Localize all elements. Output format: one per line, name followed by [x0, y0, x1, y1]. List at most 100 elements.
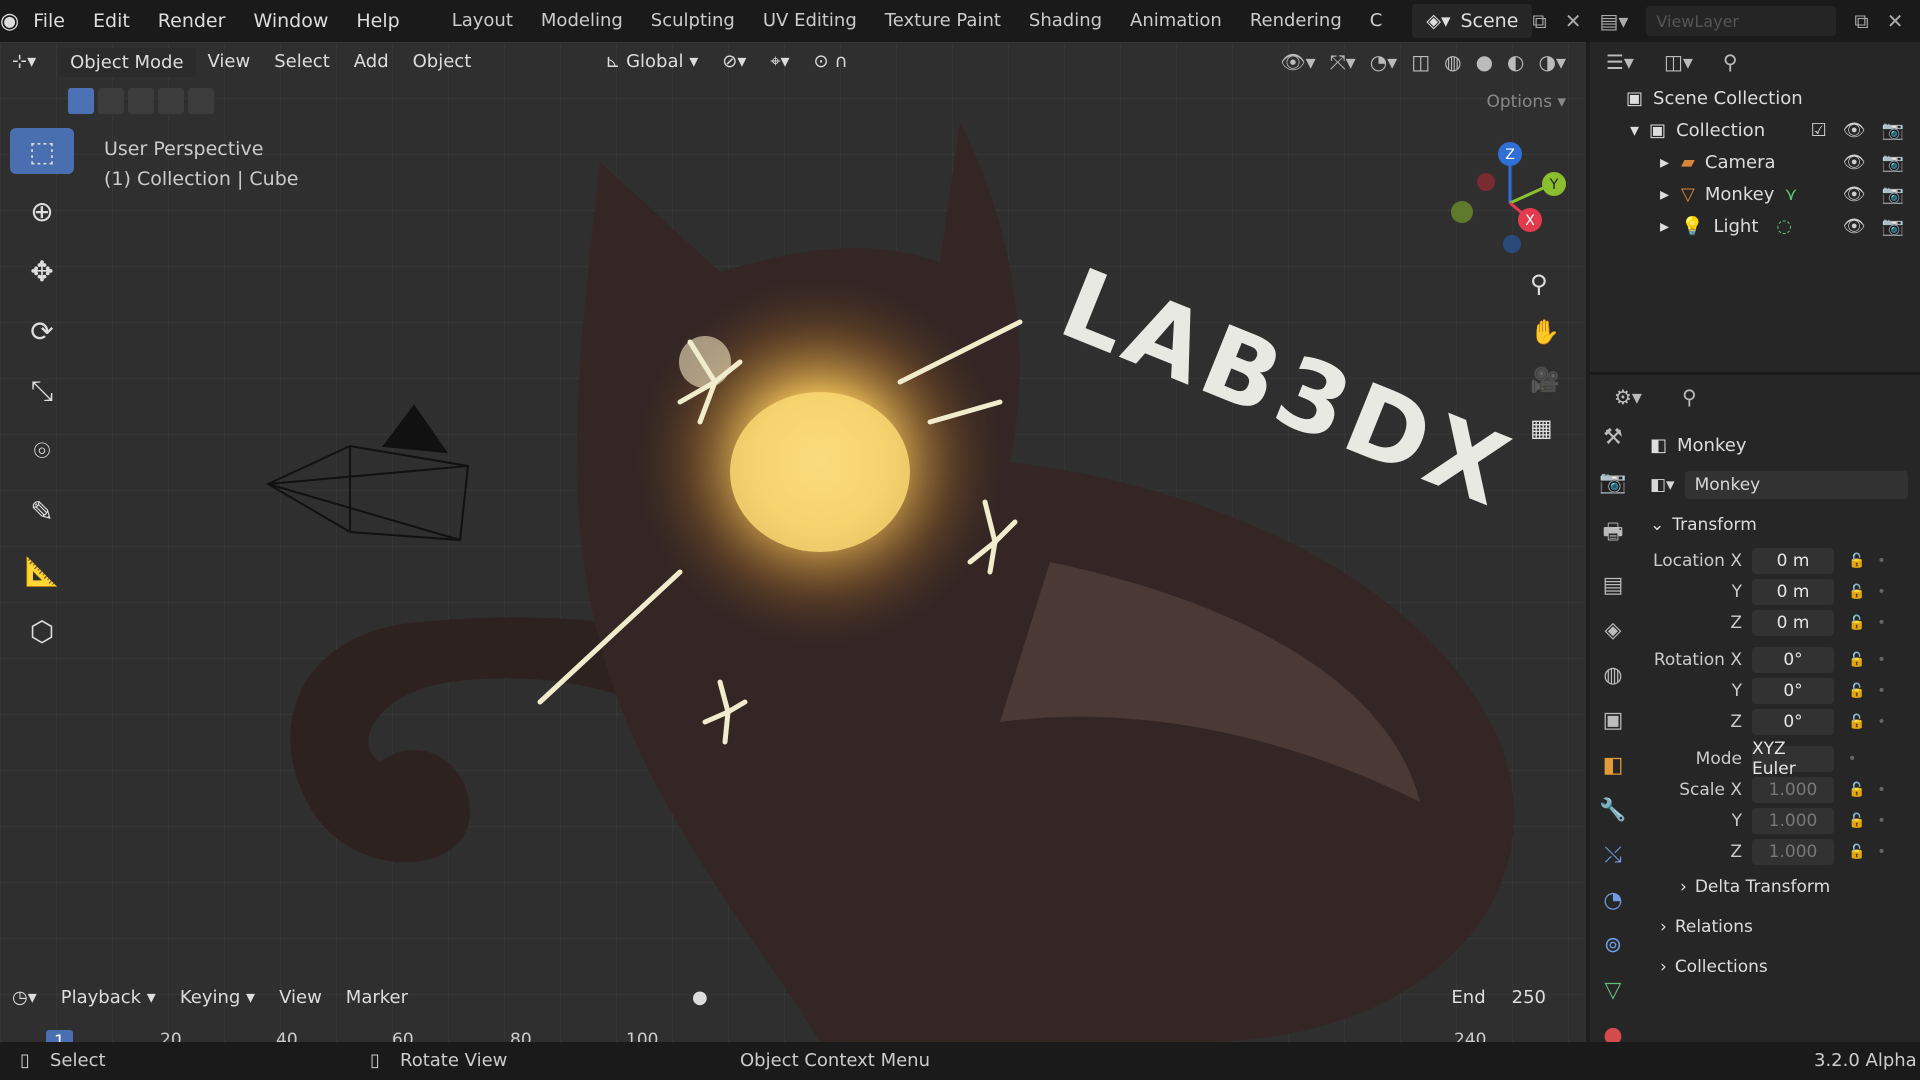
outliner-item-light[interactable]: ▸ 💡 Light ◌ 👁 📷	[1590, 210, 1920, 242]
tab-rendering[interactable]: Rendering	[1236, 0, 1356, 42]
lock-icon[interactable]: 🔓•	[1848, 584, 1898, 600]
overlay-toggle-icon[interactable]: ◔▾	[1370, 50, 1398, 74]
close-layer-icon[interactable]: ✕	[1887, 9, 1904, 33]
lock-icon[interactable]: 🔓•	[1848, 652, 1898, 668]
rotate-tool-icon[interactable]: ⟳	[10, 308, 74, 354]
menu-timeline-view[interactable]: View	[267, 987, 334, 1008]
relations-panel[interactable]: › Relations	[1650, 907, 1920, 947]
expand-arrow-icon[interactable]: ▸	[1660, 152, 1669, 173]
menu-view[interactable]: View	[196, 42, 263, 82]
physics-tab-icon[interactable]: ◔	[1603, 888, 1622, 913]
close-scene-icon[interactable]: ✕	[1565, 9, 1582, 33]
menu-marker[interactable]: Marker	[334, 987, 420, 1008]
render-camera-icon[interactable]: 📷	[1882, 184, 1904, 205]
world-tab-icon[interactable]: ◍	[1603, 663, 1622, 688]
menu-window[interactable]: Window	[239, 0, 342, 42]
select-extend-icon[interactable]	[98, 88, 124, 114]
menu-help[interactable]: Help	[342, 0, 413, 42]
delta-transform-panel[interactable]: › Delta Transform	[1650, 867, 1920, 907]
tab-texture-paint[interactable]: Texture Paint	[871, 0, 1015, 42]
expand-arrow-icon[interactable]: ▾	[1630, 120, 1639, 141]
object-name-field[interactable]: Monkey	[1684, 471, 1908, 499]
view-layer-icon[interactable]: ▤▾	[1599, 9, 1628, 33]
object-mode-dropdown[interactable]: Object Mode	[58, 47, 196, 77]
proportional-edit-icon[interactable]: ⊙ ∩	[802, 42, 860, 82]
transform-panel-header[interactable]: ⌄ Transform	[1650, 505, 1920, 545]
collections-panel[interactable]: › Collections	[1650, 947, 1920, 987]
outliner-search-icon[interactable]: ⚲	[1723, 50, 1738, 74]
render-camera-icon[interactable]: 📷	[1882, 216, 1904, 237]
rendered-shading-icon[interactable]: ◑▾	[1539, 50, 1567, 74]
blender-logo-icon[interactable]: ◉	[0, 0, 19, 42]
move-tool-icon[interactable]: ✥	[10, 248, 74, 294]
menu-object[interactable]: Object	[401, 42, 484, 82]
lock-icon[interactable]: 🔓•	[1848, 714, 1898, 730]
collection-tab-icon[interactable]: ▣	[1603, 708, 1624, 733]
timeline-ruler[interactable]: 1 20 40 60 80 100 240	[0, 1020, 1586, 1042]
record-icon[interactable]: ●	[680, 987, 720, 1008]
outliner-item-camera[interactable]: ▸ ▰ Camera 👁 📷	[1590, 146, 1920, 178]
tab-modeling[interactable]: Modeling	[527, 0, 637, 42]
lock-icon[interactable]: 🔓•	[1848, 813, 1898, 829]
wireframe-shading-icon[interactable]: ◍	[1444, 50, 1461, 74]
lock-icon[interactable]: 🔓•	[1848, 683, 1898, 699]
properties-editor-icon[interactable]: ⚙▾	[1614, 385, 1642, 409]
rotation-x-field[interactable]: 0°	[1752, 646, 1834, 673]
location-x-field[interactable]: 0 m	[1752, 547, 1834, 574]
perspective-grid-icon[interactable]: ▦	[1530, 414, 1560, 442]
navigation-gizmo[interactable]: Z Y X	[1440, 138, 1580, 268]
measure-tool-icon[interactable]: 📐	[10, 548, 74, 594]
menu-playback[interactable]: Playback ▾	[49, 987, 168, 1008]
scene-tab-icon[interactable]: ◈	[1605, 618, 1622, 643]
output-tab-icon[interactable]: 🖶	[1603, 515, 1624, 553]
pivot-icon[interactable]: ⊘▾	[710, 42, 758, 82]
rotation-y-field[interactable]: 0°	[1752, 677, 1834, 704]
menu-file[interactable]: File	[19, 0, 79, 42]
menu-keying[interactable]: Keying ▾	[168, 987, 267, 1008]
solid-shading-icon[interactable]: ●	[1476, 50, 1493, 74]
particles-tab-icon[interactable]: ⤯	[1604, 843, 1622, 868]
location-z-field[interactable]: 0 m	[1752, 609, 1834, 636]
gizmo-toggle-icon[interactable]: ⤧▾	[1330, 50, 1356, 74]
eye-icon[interactable]: 👁	[1843, 184, 1866, 205]
visibility-icon[interactable]: 👁▾	[1280, 50, 1315, 74]
select-invert-icon[interactable]	[158, 88, 184, 114]
pan-hand-icon[interactable]: ✋	[1530, 318, 1560, 346]
lock-icon[interactable]: 🔓•	[1848, 553, 1898, 569]
copy-scene-icon[interactable]: ⧉	[1532, 9, 1546, 33]
add-cube-tool-icon[interactable]: ⬡	[10, 608, 74, 654]
render-tab-icon[interactable]: 📷	[1599, 470, 1626, 495]
annotate-tool-icon[interactable]: ✎	[10, 488, 74, 534]
tab-uv-editing[interactable]: UV Editing	[749, 0, 871, 42]
editor-type-icon[interactable]: ⊹▾	[0, 42, 48, 82]
expand-arrow-icon[interactable]: ▸	[1660, 216, 1669, 237]
select-box-tool-icon[interactable]: ⬚	[10, 128, 74, 174]
menu-edit[interactable]: Edit	[79, 0, 144, 42]
zoom-icon[interactable]: ⚲	[1530, 270, 1560, 298]
timeline-editor-icon[interactable]: ◷▾	[0, 987, 49, 1008]
display-mode-icon[interactable]: ◫▾	[1664, 50, 1693, 74]
3d-viewport[interactable]: LAB3DX ⊹▾ Object Mode View Select Add Ob…	[0, 42, 1586, 1042]
camera-view-icon[interactable]: 🎥	[1530, 366, 1560, 394]
view-layer-tab-icon[interactable]: ▤	[1603, 573, 1624, 598]
menu-select[interactable]: Select	[262, 42, 342, 82]
outliner-item-monkey[interactable]: ▸ ▽ Monkey ⋎ 👁 📷	[1590, 178, 1920, 210]
options-dropdown[interactable]: Options ▾	[1486, 92, 1566, 112]
rotation-mode-dropdown[interactable]: XYZ Euler	[1752, 739, 1834, 779]
tab-shading[interactable]: Shading	[1015, 0, 1116, 42]
scale-z-field[interactable]: 1.000	[1752, 838, 1834, 865]
location-y-field[interactable]: 0 m	[1752, 578, 1834, 605]
menu-add[interactable]: Add	[342, 42, 401, 82]
render-camera-icon[interactable]: 📷	[1882, 120, 1904, 141]
object-type-icon[interactable]: ◧▾	[1650, 475, 1675, 495]
copy-layer-icon[interactable]: ⧉	[1854, 9, 1868, 33]
lock-icon[interactable]: 🔓•	[1848, 782, 1898, 798]
xray-icon[interactable]: ◫	[1411, 50, 1430, 74]
scale-y-field[interactable]: 1.000	[1752, 807, 1834, 834]
select-subtract-icon[interactable]	[128, 88, 154, 114]
data-tab-icon[interactable]: ▽	[1605, 978, 1622, 1003]
outliner-scene-collection[interactable]: ▣ Scene Collection	[1590, 82, 1920, 114]
tool-tab-icon[interactable]: ⚒	[1603, 425, 1623, 450]
select-new-icon[interactable]	[68, 88, 94, 114]
material-shading-icon[interactable]: ◐	[1507, 50, 1524, 74]
